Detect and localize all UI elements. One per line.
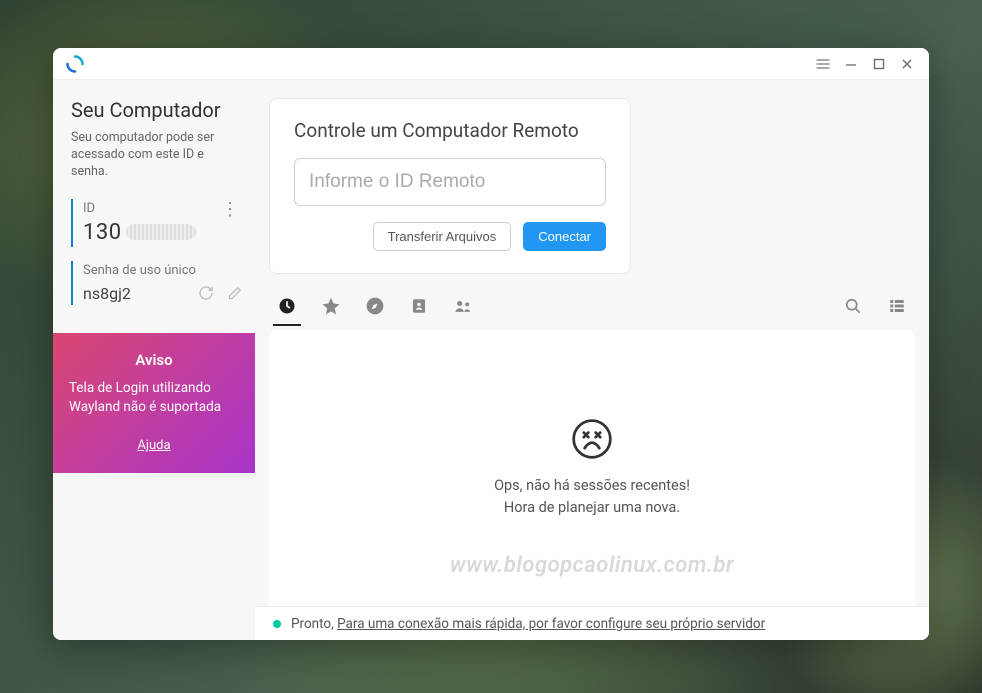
connect-button[interactable]: Conectar bbox=[523, 222, 606, 251]
password-block: Senha de uso único ns8gj2 bbox=[71, 261, 243, 305]
tab-recent[interactable] bbox=[275, 294, 299, 318]
id-value-visible: 130 bbox=[83, 220, 122, 245]
sessions-tab-row bbox=[255, 288, 929, 318]
notice-title: Aviso bbox=[69, 351, 239, 369]
list-view-icon[interactable] bbox=[885, 294, 909, 318]
transfer-files-button[interactable]: Transferir Arquivos bbox=[373, 222, 512, 251]
tab-discover[interactable] bbox=[363, 294, 387, 318]
sidebar-description: Seu computador pode ser acessado com est… bbox=[71, 130, 237, 181]
id-value-obscured bbox=[126, 224, 196, 240]
main-panel: Controle um Computador Remoto Transferir… bbox=[255, 80, 929, 640]
edit-password-icon[interactable] bbox=[225, 284, 243, 302]
remote-id-input[interactable] bbox=[294, 158, 606, 206]
status-ready-label: Pronto, bbox=[291, 616, 337, 632]
id-block: ⋮ ID 130 bbox=[71, 199, 243, 247]
notice-help-link[interactable]: Ajuda bbox=[137, 438, 170, 453]
tab-lan[interactable] bbox=[451, 294, 475, 318]
app-window: Seu Computador Seu computador pode ser a… bbox=[53, 48, 929, 640]
minimize-button[interactable] bbox=[837, 50, 865, 78]
empty-face-icon bbox=[570, 417, 614, 461]
sidebar: Seu Computador Seu computador pode ser a… bbox=[53, 80, 255, 640]
warning-notice: Aviso Tela de Login utilizando Wayland n… bbox=[53, 333, 255, 474]
password-value: ns8gj2 bbox=[83, 284, 187, 303]
tab-addressbook[interactable] bbox=[407, 294, 431, 318]
maximize-button[interactable] bbox=[865, 50, 893, 78]
password-label: Senha de uso único bbox=[83, 263, 243, 278]
connect-title: Controle um Computador Remoto bbox=[294, 119, 606, 142]
status-config-link[interactable]: Para uma conexão mais rápida, por favor … bbox=[337, 616, 765, 632]
statusbar: Pronto, Para uma conexão mais rápida, po… bbox=[255, 606, 929, 640]
status-dot-icon bbox=[273, 620, 281, 628]
refresh-password-icon[interactable] bbox=[197, 284, 215, 302]
notice-body: Tela de Login utilizando Wayland não é s… bbox=[69, 379, 239, 417]
watermark-text: www.blogopcaolinux.com.br bbox=[269, 553, 915, 578]
id-menu-button[interactable]: ⋮ bbox=[217, 199, 243, 221]
search-icon[interactable] bbox=[841, 294, 865, 318]
tab-favorites[interactable] bbox=[319, 294, 343, 318]
close-button[interactable] bbox=[893, 50, 921, 78]
id-value: 130 bbox=[83, 220, 243, 245]
app-logo-icon bbox=[65, 54, 85, 74]
titlebar bbox=[53, 48, 929, 80]
hamburger-menu-button[interactable] bbox=[809, 50, 837, 78]
sessions-area: Ops, não há sessões recentes! Hora de pl… bbox=[269, 330, 915, 606]
sidebar-title: Seu Computador bbox=[71, 98, 237, 122]
empty-line-2: Hora de planejar uma nova. bbox=[504, 497, 680, 519]
connect-card: Controle um Computador Remoto Transferir… bbox=[269, 98, 631, 274]
empty-line-1: Ops, não há sessões recentes! bbox=[494, 475, 690, 497]
